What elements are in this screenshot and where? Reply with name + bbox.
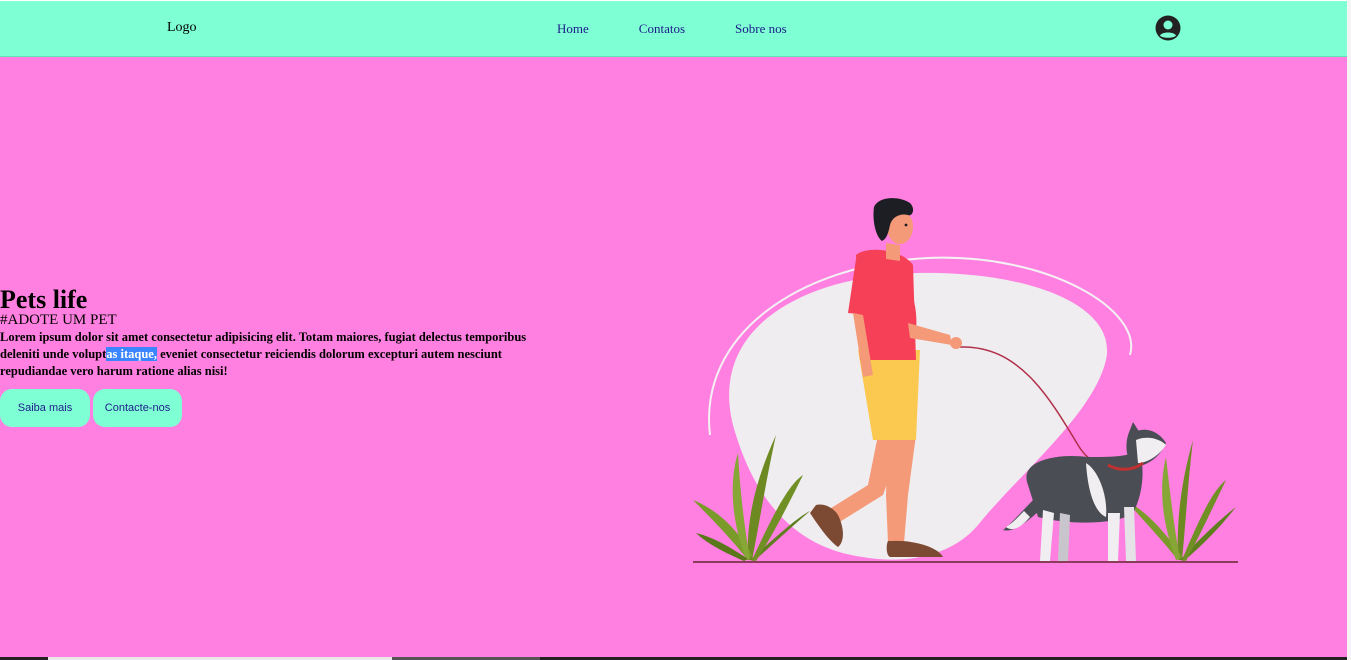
main-nav: Home Contatos Sobre nos <box>557 21 837 37</box>
contacte-nos-button[interactable]: Contacte-nos <box>93 389 182 427</box>
nav-home[interactable]: Home <box>557 21 589 37</box>
top-navbar: Logo Home Contatos Sobre nos <box>0 0 1351 57</box>
hero-title: Pets life <box>0 285 88 314</box>
hero-description: Lorem ipsum dolor sit amet consectetur a… <box>0 329 545 380</box>
hero-buttons: Saiba mais Contacte-nos <box>0 389 182 427</box>
saiba-mais-button[interactable]: Saiba mais <box>0 389 90 427</box>
man-walking-dog-illustration <box>693 198 1238 563</box>
hero-subtitle: #ADOTE UM PET <box>0 312 117 328</box>
scrollbar-edge[interactable] <box>1347 0 1351 660</box>
nav-sobre-nos[interactable]: Sobre nos <box>735 21 787 37</box>
selected-text: as itaque, <box>106 347 157 361</box>
nav-contatos[interactable]: Contatos <box>639 21 685 37</box>
logo[interactable]: Logo <box>167 20 197 36</box>
account-circle-icon[interactable] <box>1155 15 1181 41</box>
hero-section: Pets life #ADOTE UM PET Lorem ipsum dolo… <box>0 287 545 380</box>
